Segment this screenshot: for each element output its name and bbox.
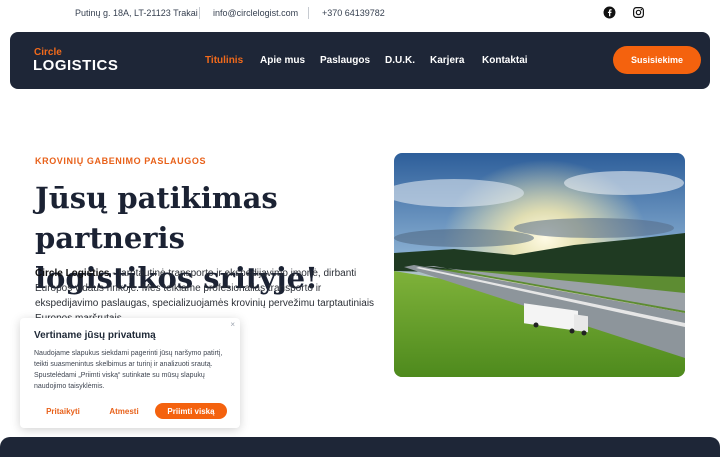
next-section-bar [0,437,720,457]
contact-cta-button[interactable]: Susisiekime [613,46,701,74]
nav-item-karjera[interactable]: Karjera [430,55,464,66]
nav-item-duk[interactable]: D.U.K. [385,55,415,66]
close-icon[interactable]: × [230,320,235,329]
nav-item-apie-mus[interactable]: Apie mus [260,55,305,66]
cookie-consent-banner: × Vertiname jūsų privatumą Naudojame sla… [20,318,240,428]
facebook-icon[interactable] [603,6,616,19]
hero-image-truck-highway [394,153,685,377]
cookie-text: Naudojame slapukus siekdami pagerinti jū… [34,350,223,390]
address-text: Putinų g. 18A, LT-21123 Trakai [75,8,198,18]
email-link[interactable]: info@circlelogist.com [213,8,298,18]
divider [199,7,200,19]
company-name: Circle Logistics [35,268,110,279]
nav-item-kontaktai[interactable]: Kontaktai [482,55,528,66]
reject-button[interactable]: Atmesti [104,403,144,419]
customize-button[interactable]: Pritaikyti [34,403,92,419]
nav-item-titulinis[interactable]: Titulinis [205,55,243,66]
hero-eyebrow: KROVINIŲ GABENIMO PASLAUGOS [35,156,207,166]
hero-title-line1: Jūsų patikimas partneris [35,181,278,255]
logo-text-main: LOGISTICS [33,57,119,74]
divider [308,7,309,19]
hero-description: Circle Logistics - tarptautinė transport… [35,266,375,326]
main-navbar: Circle LOGISTICS Titulinis Apie mus Pasl… [10,32,710,89]
top-contact-bar: Putinų g. 18A, LT-21123 Trakai info@circ… [0,0,720,28]
accept-all-button[interactable]: Priimti viską [155,403,227,419]
instagram-icon[interactable] [632,6,645,19]
phone-link[interactable]: +370 64139782 [322,8,385,18]
cookie-title: Vertiname jūsų privatumą [34,330,156,341]
nav-item-paslaugos[interactable]: Paslaugos [320,55,370,66]
